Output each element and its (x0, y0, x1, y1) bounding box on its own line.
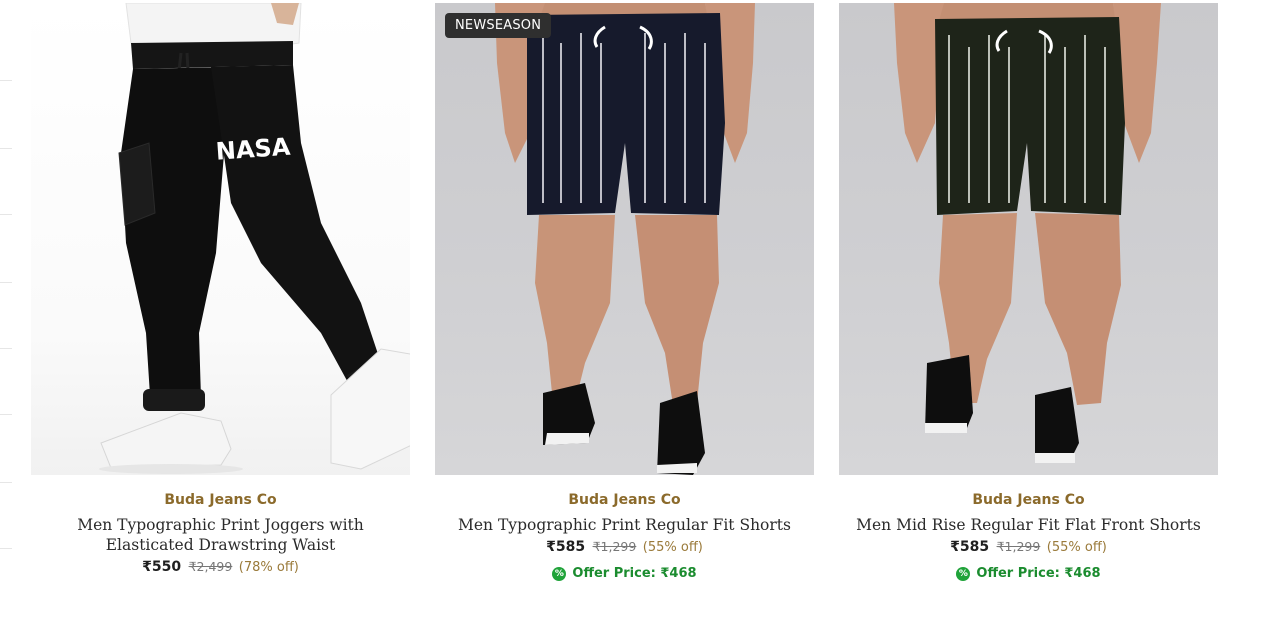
rail-divider (0, 80, 12, 81)
offer-price: % Offer Price: ₹468 (552, 566, 697, 581)
product-mrp: ₹1,299 (996, 539, 1041, 554)
product-image[interactable] (839, 3, 1218, 475)
product-mrp: ₹2,499 (188, 559, 233, 574)
product-card[interactable]: Buda Jeans Co Men Mid Rise Regular Fit F… (839, 3, 1218, 581)
offer-percent-icon: % (956, 566, 971, 581)
product-image[interactable]: NEWSEASON (435, 3, 814, 475)
product-discount: (55% off) (1046, 540, 1107, 555)
price-row: ₹585 ₹1,299 (55% off) (839, 537, 1218, 558)
offer-price: % Offer Price: ₹468 (956, 566, 1101, 581)
product-title[interactable]: Men Typographic Print Joggers with Elast… (31, 515, 410, 555)
price-row: ₹585 ₹1,299 (55% off) (435, 537, 814, 558)
product-image[interactable]: NASA (31, 3, 410, 475)
joggers-illustration: NASA (99, 3, 410, 474)
product-price: ₹550 (142, 559, 182, 575)
product-grid: NASA Buda Jeans Co Men Typographic Print… (31, 3, 1218, 581)
product-card[interactable]: NEWSEASON Buda Jeans Co Men Typographic … (435, 3, 814, 581)
price-row: ₹550 ₹2,499 (78% off) (31, 557, 410, 578)
product-discount: (55% off) (642, 540, 703, 555)
rail-divider (0, 414, 12, 415)
rail-divider (0, 148, 12, 149)
rail-divider (0, 482, 12, 483)
product-price: ₹585 (546, 539, 586, 555)
offer-price-text: Offer Price: ₹468 (976, 566, 1101, 581)
rail-divider (0, 282, 12, 283)
rail-divider (0, 214, 12, 215)
offer-price-text: Offer Price: ₹468 (572, 566, 697, 581)
product-title[interactable]: Men Typographic Print Regular Fit Shorts (435, 515, 814, 535)
product-brand[interactable]: Buda Jeans Co (435, 490, 814, 510)
left-rail (0, 0, 12, 625)
product-brand[interactable]: Buda Jeans Co (839, 490, 1218, 510)
olive-shorts-illustration (894, 3, 1161, 463)
navy-shorts-illustration (495, 3, 755, 475)
product-mrp: ₹1,299 (592, 539, 637, 554)
product-brand[interactable]: Buda Jeans Co (31, 490, 410, 510)
new-season-badge: NEWSEASON (445, 13, 552, 38)
product-card[interactable]: NASA Buda Jeans Co Men Typographic Print… (31, 3, 410, 581)
nasa-logo: NASA (215, 133, 292, 166)
offer-percent-icon: % (552, 566, 567, 581)
product-discount: (78% off) (238, 560, 299, 575)
product-title[interactable]: Men Mid Rise Regular Fit Flat Front Shor… (839, 515, 1218, 535)
product-price: ₹585 (950, 539, 990, 555)
rail-divider (0, 548, 12, 549)
rail-divider (0, 348, 12, 349)
